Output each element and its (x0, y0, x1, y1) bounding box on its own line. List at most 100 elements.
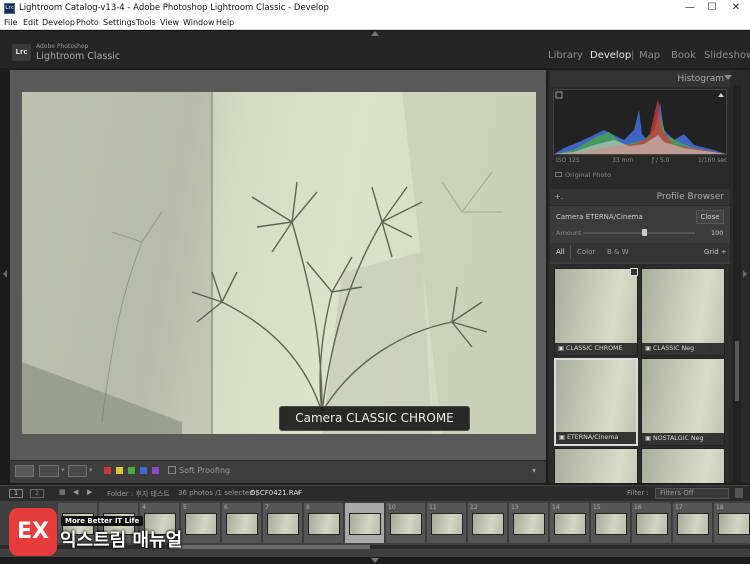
profile-thumb-next[interactable] (554, 448, 638, 483)
window-title-bar: Lrc Lightroom Catalog-v13-4 - Adobe Phot… (0, 0, 750, 17)
red-label-swatch[interactable] (104, 467, 111, 474)
filmstrip-thumbnail[interactable]: 17 (673, 503, 713, 543)
filmstrip-thumbnail-image (513, 513, 545, 535)
filter-bw[interactable]: B & W (607, 248, 629, 256)
filter-select[interactable]: Filters Off (655, 488, 729, 499)
menu-bar: File Edit Develop Photo Settings Tools V… (0, 17, 750, 30)
filename-dropdown-icon[interactable]: ▾ (296, 489, 300, 497)
soft-proofing-checkbox[interactable] (168, 466, 176, 474)
green-label-swatch[interactable] (128, 467, 135, 474)
minimize-button[interactable]: — (681, 1, 699, 15)
menu-view[interactable]: View (160, 18, 179, 27)
menu-file[interactable]: File (4, 18, 17, 27)
yy-button[interactable] (68, 465, 87, 477)
yellow-label-swatch[interactable] (116, 467, 123, 474)
filmstrip-thumbnail[interactable]: 11 (427, 503, 467, 543)
menu-tools[interactable]: Tools (136, 18, 156, 27)
filmstrip-thumbnail[interactable]: 14 (550, 503, 590, 543)
before-after-button[interactable] (39, 465, 59, 477)
profile-browser-add-icon[interactable]: +. (554, 192, 563, 201)
filmstrip-thumbnail-number: 10 (388, 504, 396, 511)
view-mode-select[interactable]: Grid ÷ (704, 248, 727, 256)
filmstrip-thumbnail[interactable]: 18 (714, 503, 750, 543)
menu-photo[interactable]: Photo (76, 18, 99, 27)
filmstrip-thumbnail[interactable]: 9 (345, 503, 385, 543)
filmstrip-thumbnail-number: 15 (593, 504, 601, 511)
maximize-button[interactable]: ☐ (703, 1, 721, 15)
folder-label[interactable]: Folder : 후지 테스트 (107, 489, 170, 499)
filmstrip-thumbnail-image (595, 513, 627, 535)
filmstrip-thumbnail[interactable]: 8 (304, 503, 344, 543)
menu-help[interactable]: Help (216, 18, 234, 27)
profile-thumb-next[interactable] (641, 448, 725, 483)
filmstrip-thumbnail[interactable]: 7 (263, 503, 303, 543)
histogram-graph[interactable] (553, 89, 727, 155)
favorite-star-icon[interactable] (630, 268, 638, 276)
second-window-button[interactable]: 2 (30, 489, 44, 498)
profile-thumb-classic-neg[interactable]: ▣ CLASSIC Neg (641, 268, 725, 356)
filename[interactable]: DSCF0421.RAF (250, 489, 302, 497)
profile-thumbnail-grid: ▣ CLASSIC CHROME ▣ CLASSIC Neg ▣ ETERNA/… (552, 266, 730, 483)
profile-thumb-classic-chrome[interactable]: ▣ CLASSIC CHROME (554, 268, 638, 356)
amount-slider-thumb[interactable] (642, 229, 647, 236)
histogram-collapse-icon[interactable] (724, 75, 732, 80)
close-window-button[interactable]: ✕ (727, 1, 745, 15)
right-panel-toggle-icon[interactable] (743, 270, 747, 278)
blue-label-swatch[interactable] (140, 467, 147, 474)
forward-arrow-icon[interactable]: ▶ (87, 488, 92, 496)
menu-develop[interactable]: Develop (42, 18, 75, 27)
amount-slider-track[interactable] (583, 232, 695, 234)
scrollbar-thumb[interactable] (735, 341, 739, 401)
module-book[interactable]: Book (671, 50, 696, 61)
yy-dropdown-icon[interactable]: ▾ (89, 466, 93, 474)
lrc-logo: Lrc (12, 44, 31, 61)
left-panel-collapsed[interactable] (0, 70, 10, 483)
grid-view-icon[interactable]: ▦ (59, 488, 66, 496)
filter-lock-icon[interactable] (735, 488, 743, 498)
filmstrip-thumbnail[interactable]: 15 (591, 503, 631, 543)
filmstrip-thumbnail[interactable]: 10 (386, 503, 426, 543)
filmstrip-thumbnail-number: 13 (511, 504, 519, 511)
filmstrip-thumbnail[interactable]: 13 (509, 503, 549, 543)
filmstrip-thumbnail[interactable]: 6 (222, 503, 262, 543)
filmstrip-thumbnail-image (636, 513, 668, 535)
filter-all[interactable]: All (556, 248, 565, 256)
profile-thumb-eterna-cinema[interactable]: ▣ ETERNA/Cinema (554, 358, 638, 446)
filmstrip-scroll-thumb[interactable] (170, 545, 370, 549)
module-separator: | (631, 50, 635, 61)
purple-label-swatch[interactable] (152, 467, 159, 474)
watermark-tagline: More Better IT Life (61, 516, 144, 526)
amount-value[interactable]: 100 (711, 229, 723, 237)
module-slideshow[interactable]: Slideshow (704, 50, 750, 61)
back-arrow-icon[interactable]: ◀ (73, 488, 78, 496)
filmstrip-thumbnail-image (267, 513, 299, 535)
plant-photo (22, 92, 536, 434)
original-photo-checkbox[interactable] (555, 172, 562, 177)
profile-thumb-nostalgic-neg[interactable]: ▣ NOSTALGIC Neg (641, 358, 725, 446)
bottom-panel-toggle-icon[interactable] (371, 558, 379, 563)
before-after-dropdown-icon[interactable]: ▾ (61, 466, 65, 474)
module-develop[interactable]: Develop (590, 50, 631, 61)
filmstrip-thumbnail[interactable]: 12 (468, 503, 508, 543)
menu-window[interactable]: Window (183, 18, 215, 27)
left-panel-toggle-icon[interactable] (3, 270, 7, 278)
close-profile-browser-button[interactable]: Close (696, 210, 724, 224)
module-library[interactable]: Library (548, 50, 583, 61)
main-window-button[interactable]: 1 (9, 489, 23, 498)
filmstrip-header: 1 2 ▦ ◀ ▶ Folder : 후지 테스트 36 photos /1 s… (0, 485, 750, 501)
loupe-view-button[interactable] (15, 465, 34, 477)
histogram-header[interactable]: Histogram (550, 71, 730, 87)
filter-color[interactable]: Color (577, 248, 595, 256)
toolbar-menu-icon[interactable]: ▾ (532, 466, 536, 475)
menu-settings[interactable]: Settings (103, 18, 136, 27)
photo-preview[interactable] (22, 92, 536, 434)
histogram-curve (554, 90, 726, 154)
filmstrip-thumbnail-image (390, 513, 422, 535)
filmstrip-thumbnail[interactable]: 5 (181, 503, 221, 543)
module-map[interactable]: Map (639, 50, 660, 61)
filmstrip-thumbnail[interactable]: 16 (632, 503, 672, 543)
filmstrip-thumbnail-image (226, 513, 258, 535)
menu-edit[interactable]: Edit (23, 18, 39, 27)
right-panel-scrollbar[interactable] (733, 85, 741, 483)
top-panel-toggle-icon[interactable] (371, 31, 379, 36)
